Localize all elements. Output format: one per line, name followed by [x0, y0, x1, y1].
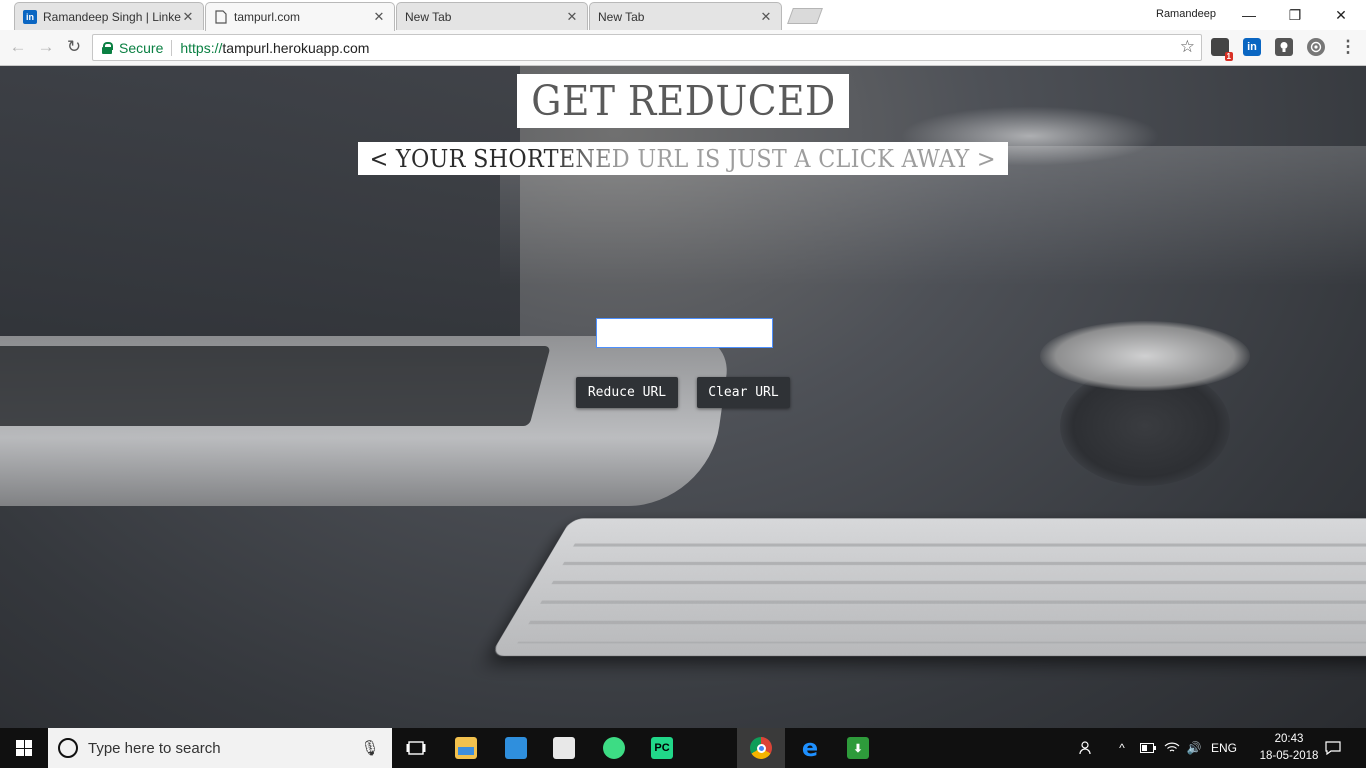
download-manager-icon[interactable]: ⬇	[834, 728, 882, 768]
reload-button[interactable]: ↻	[62, 35, 86, 59]
linkedin-icon[interactable]: in	[1243, 38, 1261, 56]
clear-url-button[interactable]: Clear URL	[697, 377, 790, 408]
edge-icon[interactable]: e	[786, 728, 834, 768]
tab-tampurl[interactable]: tampurl.com ✕	[205, 2, 395, 31]
linkedin-icon: in	[23, 9, 37, 24]
keyboard-keys	[517, 528, 1366, 644]
battery-icon[interactable]	[1138, 728, 1158, 768]
microphone-icon[interactable]: 🎙	[360, 739, 380, 757]
browser-toolbar: ← → ↻ Secure https:// tampurl.herokuapp.…	[0, 30, 1366, 66]
close-icon[interactable]: ✕	[565, 9, 579, 25]
clock-time: 20:43	[1274, 733, 1304, 745]
tab-strip: in Ramandeep Singh | Linke ✕ tampurl.com…	[0, 0, 1366, 31]
page-icon	[214, 10, 228, 24]
remote-desktop-icon[interactable]	[492, 728, 540, 768]
start-button[interactable]	[0, 728, 48, 768]
security-label[interactable]: Secure	[119, 40, 163, 56]
clock-date: 18-05-2018	[1259, 750, 1319, 762]
tab-linkedin[interactable]: in Ramandeep Singh | Linke ✕	[14, 2, 204, 30]
bookmark-star-icon[interactable]: ☆	[1180, 37, 1195, 57]
divider	[171, 39, 173, 56]
page-title: GET REDUCED	[530, 77, 836, 125]
menu-button[interactable]: ⋮	[1336, 35, 1360, 59]
close-icon[interactable]: ✕	[181, 9, 195, 25]
extension-badge-count: 1	[1224, 52, 1233, 61]
profile-name[interactable]: Ramandeep	[1156, 8, 1216, 20]
windows-icon	[16, 740, 32, 756]
office-icon[interactable]	[688, 728, 736, 768]
taskbar-search[interactable]: Type here to search 🎙	[48, 728, 392, 768]
extension-badge-icon[interactable]: 1	[1211, 38, 1233, 61]
close-window-button[interactable]: ✕	[1318, 0, 1364, 30]
language-indicator[interactable]: ENG	[1208, 728, 1240, 768]
pycharm-icon[interactable]: PC	[638, 728, 686, 768]
volume-icon[interactable]: 🔊	[1184, 728, 1204, 768]
lock-icon[interactable]	[101, 41, 113, 54]
url-host: tampurl.herokuapp.com	[222, 39, 370, 56]
tab-new-tab-1[interactable]: New Tab ✕	[396, 2, 588, 30]
clock[interactable]: 20:43 18-05-2018	[1258, 731, 1320, 765]
tab-title: New Tab	[405, 9, 452, 24]
file-explorer-icon[interactable]	[442, 728, 490, 768]
store-icon[interactable]	[540, 728, 588, 768]
tab-new-tab-2[interactable]: New Tab ✕	[589, 2, 782, 30]
subtitle-box: < YOUR SHORTENED URL IS JUST A CLICK AWA…	[358, 142, 1008, 175]
new-tab-button[interactable]	[787, 8, 823, 24]
url-input[interactable]	[596, 318, 773, 348]
notifications-icon[interactable]	[1322, 728, 1344, 768]
close-icon[interactable]: ✕	[759, 9, 773, 25]
forward-button[interactable]: →	[34, 35, 58, 59]
background-cup	[1040, 321, 1250, 391]
minimize-button[interactable]: —	[1226, 0, 1272, 30]
settings-globe-icon[interactable]	[1307, 38, 1325, 56]
restore-button[interactable]: ❐	[1272, 0, 1318, 30]
bulb-icon[interactable]	[1275, 38, 1293, 56]
reduce-url-button[interactable]: Reduce URL	[576, 377, 678, 408]
back-button[interactable]: ←	[6, 35, 30, 59]
address-bar[interactable]: Secure https:// tampurl.herokuapp.com ☆	[92, 34, 1202, 61]
android-studio-icon[interactable]	[590, 728, 638, 768]
close-icon[interactable]: ✕	[372, 9, 386, 25]
task-view-icon[interactable]	[392, 728, 440, 768]
people-icon[interactable]	[1076, 728, 1098, 768]
tab-title: tampurl.com	[234, 10, 301, 24]
cortana-icon	[58, 738, 78, 758]
background-laptop-keyboard	[0, 346, 551, 426]
background-keyboard	[490, 518, 1366, 656]
wifi-icon[interactable]	[1162, 728, 1182, 768]
url-scheme: https://	[180, 39, 223, 56]
background-laptop-screen	[0, 66, 520, 366]
title-box: GET REDUCED	[517, 74, 849, 128]
page-subtitle: < YOUR SHORTENED URL IS JUST A CLICK AWA…	[369, 144, 997, 173]
taskbar: Type here to search 🎙 PC e ⬇ ^ 🔊 ENG 20:…	[0, 728, 1366, 768]
tab-title: New Tab	[598, 9, 645, 24]
search-placeholder: Type here to search	[88, 739, 221, 757]
chevron-up-icon[interactable]: ^	[1112, 728, 1132, 768]
tab-title: Ramandeep Singh | Linke	[43, 9, 181, 24]
chrome-icon[interactable]	[737, 728, 785, 768]
